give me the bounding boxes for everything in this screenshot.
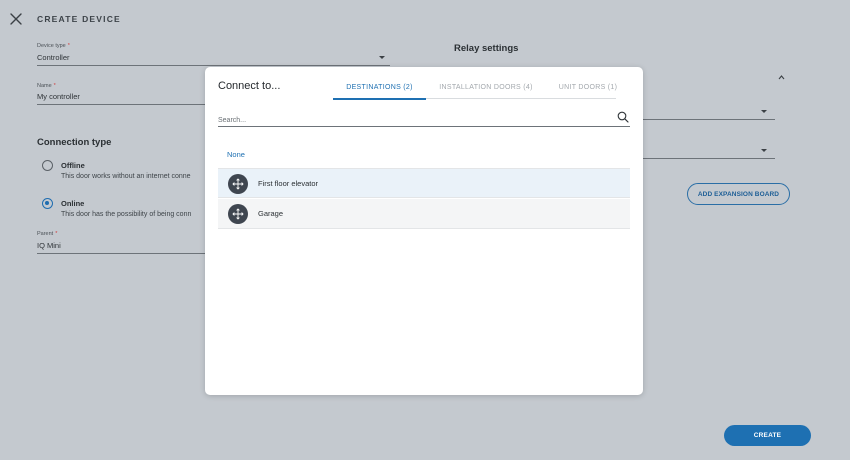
page-title: CREATE DEVICE (37, 14, 121, 24)
search-input[interactable]: Search... (218, 117, 246, 124)
dialog-tabs: DESTINATIONS (2) INSTALLATION DOORS (4) … (333, 76, 617, 100)
relay-select-1[interactable] (643, 104, 775, 120)
parent-field[interactable]: Parent * IQ Mini (37, 231, 207, 254)
move-arrows-icon (228, 204, 248, 224)
search-icon[interactable] (617, 111, 629, 123)
parent-label: Parent * (37, 231, 58, 237)
offline-radio[interactable] (42, 160, 53, 171)
caret-down-icon (761, 149, 767, 152)
list-item[interactable]: Garage (218, 199, 630, 229)
add-expansion-board-button[interactable]: ADD EXPANSION BOARD (687, 183, 790, 205)
relay-settings-title: Relay settings (454, 43, 519, 54)
online-description: This door has the possibility of being c… (61, 211, 192, 218)
create-device-page: CREATE DEVICE Device type * Controller Na… (0, 0, 850, 460)
dialog-title: Connect to... (218, 80, 281, 92)
connect-to-dialog: Connect to... DESTINATIONS (2) INSTALLAT… (205, 67, 643, 395)
tab-unit-doors[interactable]: UNIT DOORS (1) (546, 76, 630, 99)
list-item-label: First floor elevator (258, 179, 319, 188)
tab-installation-doors[interactable]: INSTALLATION DOORS (4) (426, 76, 546, 99)
caret-down-icon (379, 56, 385, 59)
offline-title: Offline (61, 161, 85, 170)
offline-description: This door works without an internet conn… (61, 173, 191, 180)
device-type-label: Device type * (37, 43, 70, 49)
list-item[interactable]: First floor elevator (218, 168, 630, 198)
device-type-value: Controller (37, 53, 70, 62)
connection-type-title: Connection type (37, 137, 112, 148)
online-radio[interactable] (42, 198, 53, 209)
search-field[interactable]: Search... (218, 111, 630, 127)
chevron-up-icon[interactable] (778, 74, 785, 81)
move-arrows-icon (228, 174, 248, 194)
close-icon[interactable] (9, 12, 23, 26)
name-label: Name * (37, 83, 56, 89)
list-item-label: Garage (258, 209, 284, 218)
name-field[interactable]: Name * My controller (37, 83, 207, 105)
create-button[interactable]: CREATE (724, 425, 811, 446)
relay-select-2[interactable] (643, 143, 775, 159)
parent-value: IQ Mini (37, 241, 61, 250)
caret-down-icon (761, 110, 767, 113)
name-value: My controller (37, 92, 80, 101)
online-title: Online (61, 199, 85, 208)
tab-destinations[interactable]: DESTINATIONS (2) (333, 76, 426, 100)
device-type-select[interactable]: Device type * Controller (37, 43, 390, 66)
none-option[interactable]: None (227, 150, 245, 159)
